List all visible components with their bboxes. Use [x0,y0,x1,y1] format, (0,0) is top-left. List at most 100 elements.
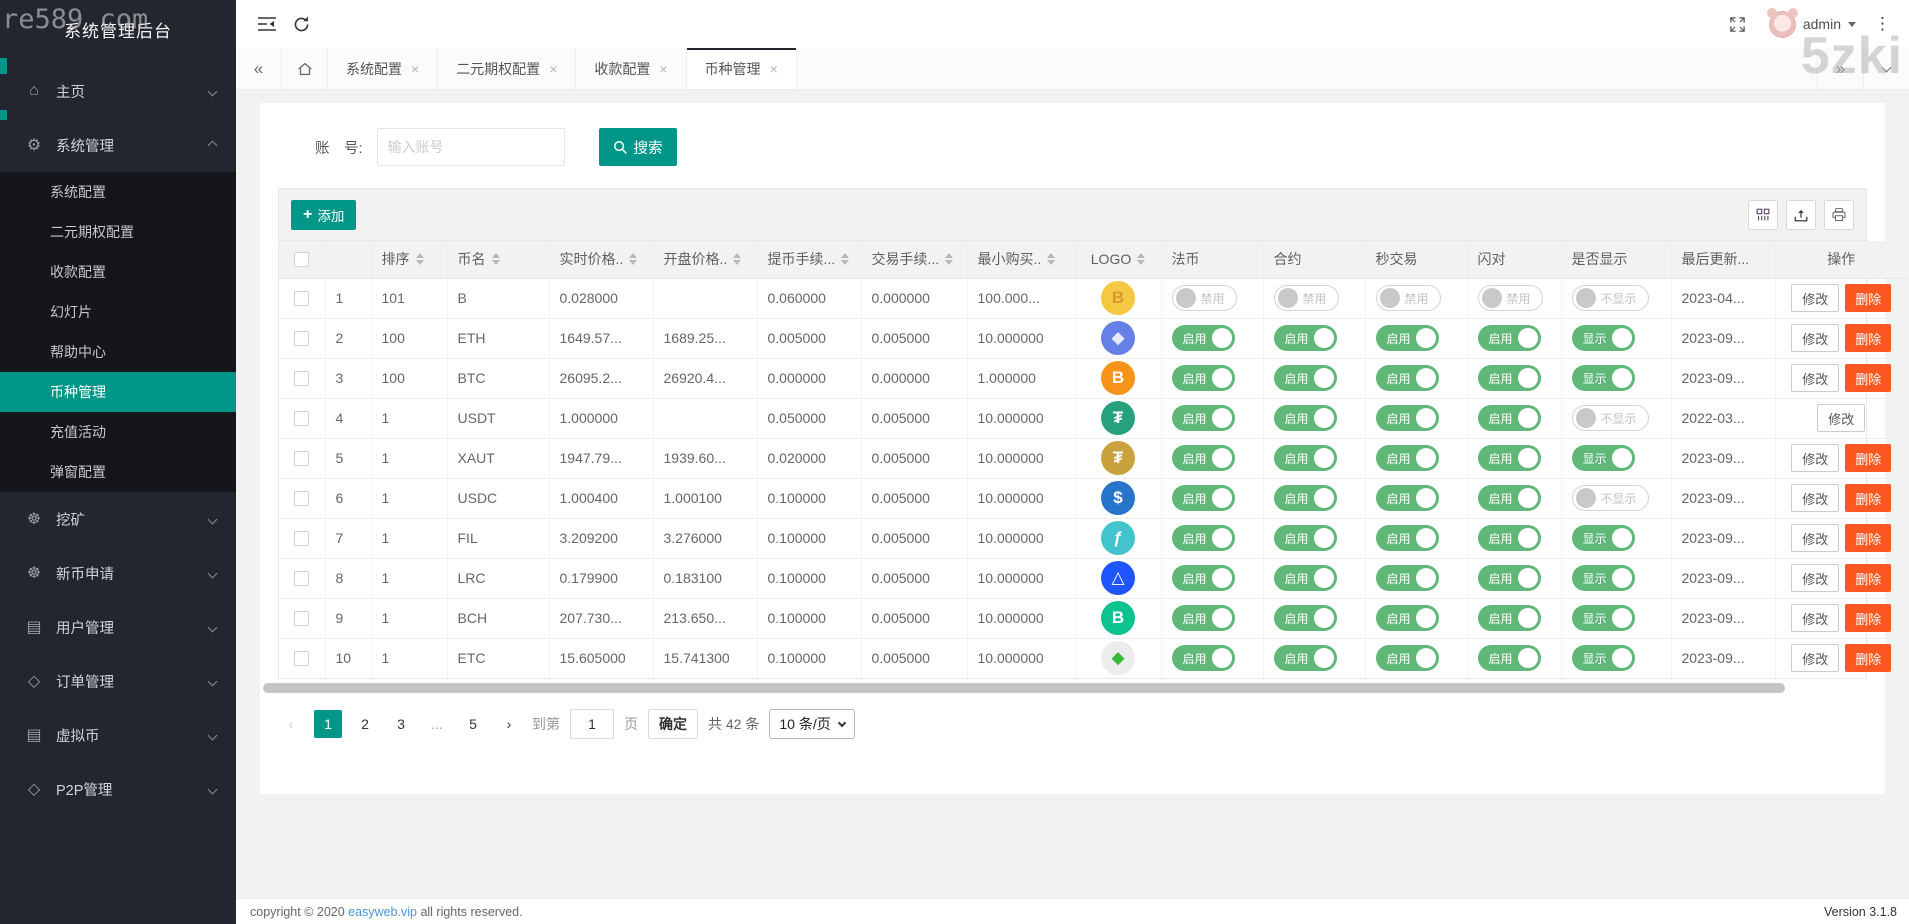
sort-icon[interactable] [1137,253,1145,265]
sidebar-item-new-coin-apply[interactable]: ☸新币申请 [0,546,236,600]
column-header-coin[interactable]: 币名 [447,241,549,278]
sidebar-item-mining[interactable]: ☸挖矿 [0,492,236,546]
edit-button[interactable]: 修改 [1817,404,1865,432]
fiat-toggle[interactable]: 启用 [1172,325,1235,351]
page-button[interactable]: 1 [314,710,342,738]
sidebar-item-payment-config[interactable]: 收款配置 [0,252,236,292]
row-checkbox[interactable] [294,611,309,626]
contract-toggle[interactable]: 启用 [1274,365,1337,391]
delete-button[interactable]: 删除 [1845,564,1891,592]
row-checkbox[interactable] [294,371,309,386]
scrollbar-thumb[interactable] [263,683,1785,693]
fiat-toggle[interactable]: 启用 [1172,605,1235,631]
tab-coin-management[interactable]: 币种管理× [687,48,797,89]
contract-toggle[interactable]: 启用 [1274,445,1337,471]
menu-collapse-icon[interactable] [250,7,284,41]
visible-toggle[interactable]: 显示 [1572,445,1635,471]
contract-toggle[interactable]: 启用 [1274,645,1337,671]
add-button[interactable]: + 添加 [291,200,356,230]
seconds-toggle[interactable]: 启用 [1376,565,1439,591]
contract-toggle[interactable]: 启用 [1274,485,1337,511]
flash-toggle[interactable]: 启用 [1478,525,1541,551]
sidebar-item-system-config[interactable]: 系统配置 [0,172,236,212]
search-button[interactable]: 搜索 [599,128,677,166]
more-menu-icon[interactable]: ⋮ [1870,14,1895,34]
tab-binary-option-config[interactable]: 二元期权配置× [438,48,576,89]
visible-toggle[interactable]: 显示 [1572,565,1635,591]
flash-toggle[interactable]: 启用 [1478,605,1541,631]
close-icon[interactable]: × [411,61,419,77]
refresh-icon[interactable] [284,7,318,41]
sort-icon[interactable] [733,253,741,265]
visible-toggle[interactable]: 显示 [1572,365,1635,391]
sort-icon[interactable] [629,253,637,265]
tabs-scroll-left[interactable]: « [236,48,282,89]
close-icon[interactable]: × [770,61,778,77]
row-checkbox[interactable] [294,491,309,506]
sort-icon[interactable] [841,253,849,265]
select-all-checkbox[interactable] [294,252,309,267]
sort-icon[interactable] [492,253,500,265]
visible-toggle[interactable]: 显示 [1572,605,1635,631]
seconds-toggle[interactable]: 禁用 [1376,285,1441,311]
seconds-toggle[interactable]: 启用 [1376,325,1439,351]
column-header-trade_fee[interactable]: 交易手续... [861,241,967,278]
delete-button[interactable]: 删除 [1845,324,1891,352]
flash-toggle[interactable]: 启用 [1478,365,1541,391]
sort-icon[interactable] [1047,253,1055,265]
row-checkbox[interactable] [294,331,309,346]
fiat-toggle[interactable]: 启用 [1172,645,1235,671]
sidebar-item-user-management[interactable]: ▤用户管理 [0,600,236,654]
account-input[interactable] [377,128,565,166]
prev-page-button[interactable]: ‹ [278,710,304,738]
flash-toggle[interactable]: 禁用 [1478,285,1543,311]
delete-button[interactable]: 删除 [1845,484,1891,512]
column-header-logo[interactable]: LOGO [1075,241,1161,278]
flash-toggle[interactable]: 启用 [1478,445,1541,471]
edit-button[interactable]: 修改 [1791,604,1839,632]
sidebar-item-p2p-management[interactable]: ◇P2P管理 [0,762,236,816]
delete-button[interactable]: 删除 [1845,644,1891,672]
contract-toggle[interactable]: 启用 [1274,525,1337,551]
sidebar-item-popup-config[interactable]: 弹窗配置 [0,452,236,492]
row-checkbox[interactable] [294,291,309,306]
column-header-open_price[interactable]: 开盘价格.. [653,241,757,278]
fiat-toggle[interactable]: 禁用 [1172,285,1237,311]
jump-page-input[interactable] [570,709,614,739]
tab-system-config[interactable]: 系统配置× [328,48,438,89]
columns-button[interactable] [1748,200,1778,230]
sort-icon[interactable] [945,253,953,265]
print-button[interactable] [1824,200,1854,230]
close-icon[interactable]: × [659,61,667,77]
sidebar-item-virtual-coin[interactable]: ▤虚拟币 [0,708,236,762]
row-checkbox[interactable] [294,531,309,546]
visible-toggle[interactable]: 显示 [1572,645,1635,671]
sort-icon[interactable] [416,253,424,265]
sidebar-item-order-management[interactable]: ◇订单管理 [0,654,236,708]
column-header-withdraw_fee[interactable]: 提币手续... [757,241,861,278]
seconds-toggle[interactable]: 启用 [1376,645,1439,671]
visible-toggle[interactable]: 显示 [1572,525,1635,551]
page-size-select[interactable]: 10 条/页 [769,709,854,739]
row-checkbox[interactable] [294,411,309,426]
edit-button[interactable]: 修改 [1791,524,1839,552]
sidebar-item-system-management[interactable]: ⚙系统管理 [0,118,236,172]
flash-toggle[interactable]: 启用 [1478,565,1541,591]
seconds-toggle[interactable]: 启用 [1376,365,1439,391]
visible-toggle[interactable]: 不显示 [1572,285,1649,311]
delete-button[interactable]: 删除 [1845,604,1891,632]
row-checkbox[interactable] [294,571,309,586]
fiat-toggle[interactable]: 启用 [1172,405,1235,431]
page-button[interactable]: 5 [460,710,486,738]
fiat-toggle[interactable]: 启用 [1172,565,1235,591]
edit-button[interactable]: 修改 [1791,564,1839,592]
contract-toggle[interactable]: 启用 [1274,405,1337,431]
seconds-toggle[interactable]: 启用 [1376,605,1439,631]
column-header-min_buy[interactable]: 最小购买.. [967,241,1075,278]
delete-button[interactable]: 删除 [1845,284,1891,312]
flash-toggle[interactable]: 启用 [1478,325,1541,351]
contract-toggle[interactable]: 启用 [1274,325,1337,351]
contract-toggle[interactable]: 启用 [1274,605,1337,631]
close-icon[interactable]: × [549,61,557,77]
sidebar-item-slideshow[interactable]: 幻灯片 [0,292,236,332]
